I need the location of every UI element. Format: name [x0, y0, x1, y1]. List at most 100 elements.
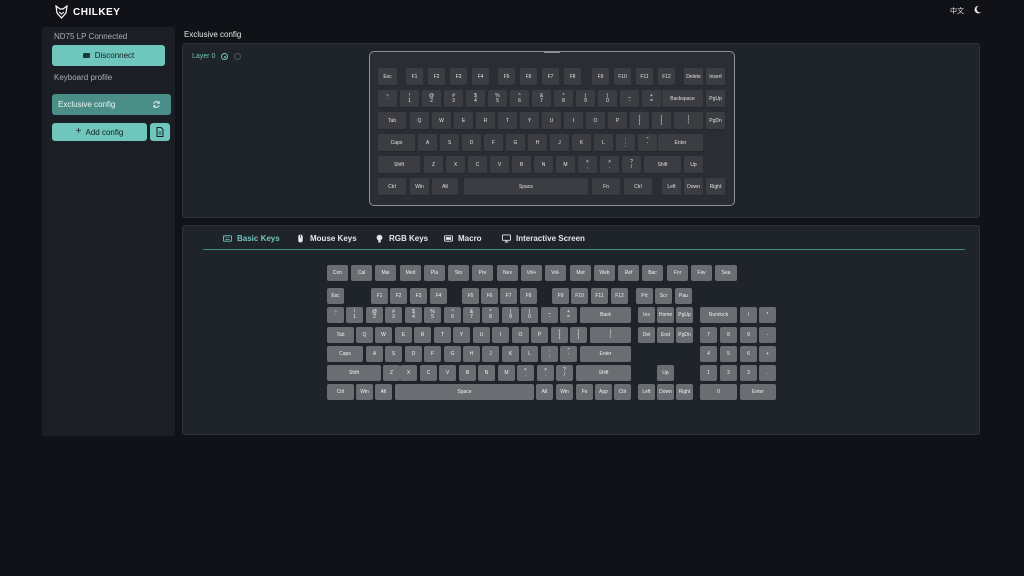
keyboard-key[interactable]: F6 [520, 68, 537, 86]
palette-key[interactable]: ^ 6 [444, 307, 461, 323]
keyboard-key[interactable]: A [418, 134, 437, 152]
keyboard-key[interactable]: S [440, 134, 459, 152]
add-config-button[interactable]: + Add config [52, 123, 147, 141]
palette-key[interactable]: K [502, 346, 519, 362]
keyboard-key[interactable]: D [462, 134, 481, 152]
palette-key[interactable]: 1 [700, 365, 717, 381]
keyboard-key[interactable]: Down [684, 178, 703, 196]
palette-key[interactable]: A [366, 346, 383, 362]
palette-key[interactable]: { [ [551, 327, 568, 343]
palette-key[interactable]: Web [594, 265, 615, 281]
palette-key[interactable]: H [463, 346, 480, 362]
keyboard-key[interactable]: Shift [378, 156, 420, 174]
keyboard-key[interactable]: { [ [630, 112, 649, 130]
palette-key[interactable]: & 7 [463, 307, 480, 323]
palette-key[interactable]: V [439, 365, 456, 381]
keyboard-key[interactable]: B [512, 156, 531, 174]
keyboard-key[interactable]: < , [578, 156, 597, 174]
palette-key[interactable]: - [759, 327, 776, 343]
palette-key[interactable]: B [459, 365, 476, 381]
keyboard-key[interactable]: ! 1 [400, 90, 419, 108]
palette-key[interactable]: Enter [740, 384, 776, 400]
palette-key[interactable]: C [420, 365, 437, 381]
palette-key[interactable]: W [375, 327, 392, 343]
palette-key[interactable]: X [400, 365, 417, 381]
palette-key[interactable]: + = [560, 307, 577, 323]
keyboard-key[interactable]: " ' [638, 134, 657, 152]
palette-key[interactable]: Pre [472, 265, 493, 281]
palette-key[interactable]: F4 [430, 288, 447, 304]
palette-key[interactable]: Tab [327, 327, 354, 343]
palette-key[interactable]: 9 [740, 327, 757, 343]
palette-key[interactable]: ) 0 [521, 307, 538, 323]
keyboard-key[interactable]: Right [706, 178, 725, 196]
palette-key[interactable]: Shift [576, 365, 631, 381]
keyboard-key[interactable]: Shift [644, 156, 681, 174]
palette-key[interactable]: Sea [715, 265, 737, 281]
palette-key[interactable]: / [740, 307, 757, 323]
palette-key[interactable]: P [531, 327, 548, 343]
import-config-button[interactable] [150, 123, 170, 141]
palette-key[interactable]: ! 1 [346, 307, 363, 323]
keyboard-key[interactable]: Fn [592, 178, 620, 196]
palette-key[interactable]: R [414, 327, 431, 343]
palette-key[interactable]: Ins [638, 307, 655, 323]
palette-key[interactable]: Fn [576, 384, 593, 400]
palette-key[interactable]: Scr [655, 288, 672, 304]
palette-key[interactable]: F11 [591, 288, 608, 304]
palette-key[interactable]: Down [657, 384, 674, 400]
keyboard-key[interactable]: C [468, 156, 487, 174]
palette-key[interactable]: * 8 [482, 307, 499, 323]
keyboard-key[interactable]: Delete [684, 68, 703, 86]
palette-key[interactable]: Enter [580, 346, 631, 362]
palette-key[interactable]: 7 [700, 327, 717, 343]
palette-key[interactable]: 0 [700, 384, 737, 400]
palette-key[interactable]: 2 [720, 365, 737, 381]
keyboard-key[interactable]: T [498, 112, 517, 130]
palette-key[interactable]: > . [537, 365, 554, 381]
keyboard-key[interactable]: Tab [378, 112, 406, 130]
keyboard-key[interactable]: F11 [636, 68, 653, 86]
keyboard-key[interactable]: $ 4 [466, 90, 485, 108]
palette-key[interactable]: Bac [642, 265, 663, 281]
palette-key[interactable]: S [385, 346, 402, 362]
keyboard-key[interactable]: ^ 6 [510, 90, 529, 108]
keyboard-key[interactable]: } ] [652, 112, 671, 130]
palette-key[interactable]: : ; [541, 346, 558, 362]
keyboard-key[interactable]: Ctrl [624, 178, 652, 196]
keyboard-key[interactable]: _ - [620, 90, 639, 108]
keyboard-key[interactable]: F10 [614, 68, 631, 86]
palette-key[interactable]: Alt [375, 384, 392, 400]
palette-key[interactable]: Mut [570, 265, 591, 281]
palette-key[interactable]: Numlock [700, 307, 737, 323]
palette-key[interactable]: E [395, 327, 412, 343]
palette-key[interactable]: " ' [560, 346, 577, 362]
palette-key[interactable]: Win [356, 384, 373, 400]
keyboard-key[interactable]: * 8 [554, 90, 573, 108]
palette-key[interactable]: Back [580, 307, 631, 323]
keyboard-key[interactable]: R [476, 112, 495, 130]
palette-key[interactable]: App [595, 384, 612, 400]
palette-key[interactable]: F1 [371, 288, 388, 304]
keyboard-key[interactable]: > . [600, 156, 619, 174]
palette-key[interactable]: Win [556, 384, 573, 400]
keyboard-key[interactable]: Z [424, 156, 443, 174]
palette-key[interactable]: O [512, 327, 529, 343]
palette-key[interactable]: T [434, 327, 451, 343]
keyboard-key[interactable]: Up [684, 156, 703, 174]
keyboard-key[interactable]: L [594, 134, 613, 152]
layer-0-radio[interactable] [221, 53, 229, 60]
keyboard-key[interactable]: & 7 [532, 90, 551, 108]
palette-key[interactable]: Pla [424, 265, 445, 281]
palette-key[interactable]: F [424, 346, 441, 362]
keyboard-key[interactable]: Space [464, 178, 588, 196]
palette-key[interactable]: N [478, 365, 495, 381]
keyboard-key[interactable]: Win [410, 178, 429, 196]
keyboard-key[interactable]: ~ ` [378, 90, 397, 108]
keyboard-key[interactable]: E [454, 112, 473, 130]
palette-key[interactable]: Mai [375, 265, 396, 281]
palette-key[interactable]: Prt [636, 288, 653, 304]
keyboard-key[interactable]: V [490, 156, 509, 174]
palette-key[interactable]: ~ ` [327, 307, 344, 323]
moon-icon[interactable] [973, 5, 982, 14]
